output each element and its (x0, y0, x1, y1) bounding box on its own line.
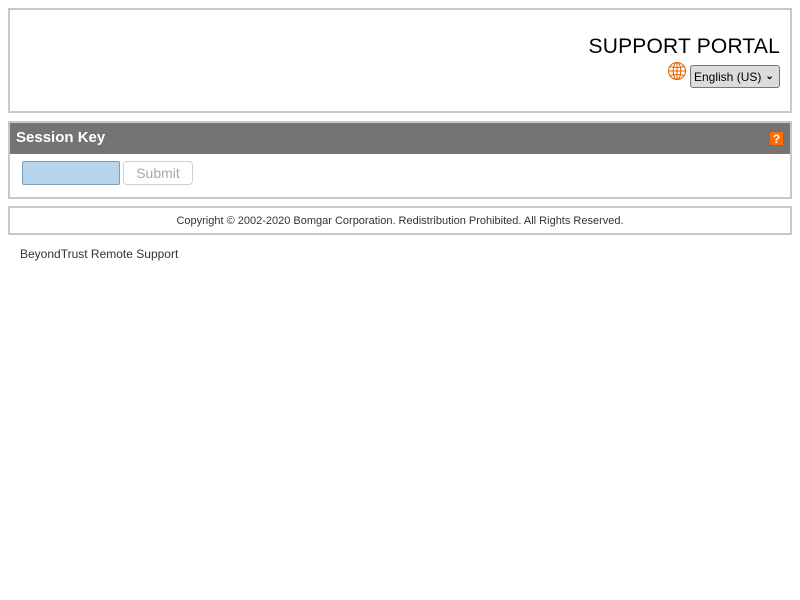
submit-button[interactable]: Submit (123, 161, 193, 185)
language-select-value: English (US) (694, 69, 762, 84)
session-key-input[interactable] (22, 161, 120, 185)
footer: Copyright © 2002-2020 Bomgar Corporation… (8, 206, 792, 235)
language-select[interactable]: English (US) ⌄ (690, 65, 780, 88)
brand-text: BeyondTrust Remote Support (20, 247, 179, 261)
help-button[interactable]: ? (769, 131, 784, 146)
language-row: English (US) ⌄ (667, 61, 780, 88)
chevron-down-icon: ⌄ (765, 71, 774, 82)
session-key-panel: Session Key ? Submit (8, 121, 792, 199)
page: SUPPORT PORTAL English (US) ⌄ Session Ke… (0, 0, 800, 600)
session-key-title: Session Key (16, 129, 106, 146)
portal-header: SUPPORT PORTAL English (US) ⌄ (8, 8, 792, 113)
session-key-header: Session Key ? (10, 123, 790, 154)
globe-icon (667, 61, 690, 86)
session-key-form: Submit (10, 154, 790, 195)
page-title: SUPPORT PORTAL (588, 35, 780, 58)
copyright-text: Copyright © 2002-2020 Bomgar Corporation… (176, 215, 624, 227)
